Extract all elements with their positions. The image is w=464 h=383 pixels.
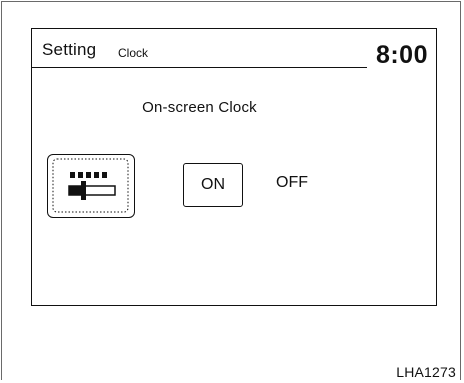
screen-title: Setting xyxy=(42,40,97,59)
clock-time: 8:00 xyxy=(375,41,428,69)
on-button[interactable]: ON xyxy=(183,163,243,207)
off-option[interactable]: OFF xyxy=(276,174,308,192)
figure-code: LHA1273 xyxy=(396,364,456,380)
adjust-slider-icon[interactable] xyxy=(47,154,135,218)
display-screen: Setting Clock 8:00 On-screen Clock ON OF… xyxy=(31,28,437,306)
title-underline xyxy=(32,67,367,68)
screen-subtitle: Clock xyxy=(118,46,149,60)
clock-setting-figure: Setting Clock 8:00 On-screen Clock ON OF… xyxy=(0,0,464,383)
section-title: On-screen Clock xyxy=(142,99,257,116)
